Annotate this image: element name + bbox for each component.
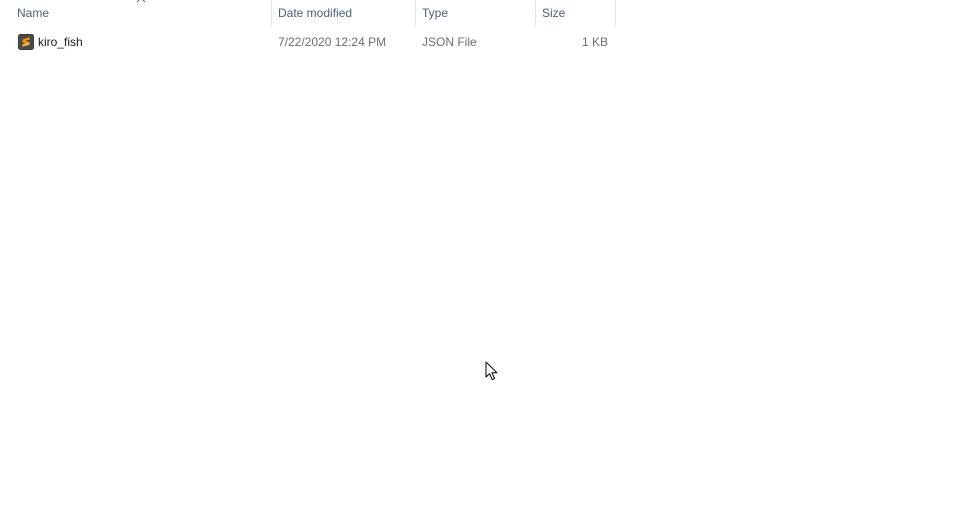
column-header-type-label: Type xyxy=(422,6,449,20)
file-type: JSON File xyxy=(422,35,477,49)
mouse-pointer-icon xyxy=(485,361,498,381)
column-header-date-modified[interactable]: Date modified xyxy=(272,0,415,26)
file-list-view: Name Date modified Type Size kiro_fish 7… xyxy=(0,0,963,526)
file-size: 1 KB xyxy=(581,35,608,49)
column-header-name-label: Name xyxy=(17,6,50,20)
column-header-row: Name Date modified Type Size xyxy=(0,0,616,26)
column-divider[interactable] xyxy=(615,0,616,26)
column-header-type[interactable]: Type xyxy=(416,0,535,26)
file-name[interactable]: kiro_fish xyxy=(38,31,83,53)
column-header-date-label: Date modified xyxy=(278,6,353,20)
sublime-text-file-icon xyxy=(18,34,34,50)
file-date-modified: 7/22/2020 12:24 PM xyxy=(278,35,387,49)
file-row[interactable]: kiro_fish 7/22/2020 12:24 PM JSON File 1… xyxy=(11,31,616,53)
column-header-name[interactable]: Name xyxy=(11,0,271,26)
column-header-size-label: Size xyxy=(542,6,566,20)
column-header-size[interactable]: Size xyxy=(536,0,615,26)
